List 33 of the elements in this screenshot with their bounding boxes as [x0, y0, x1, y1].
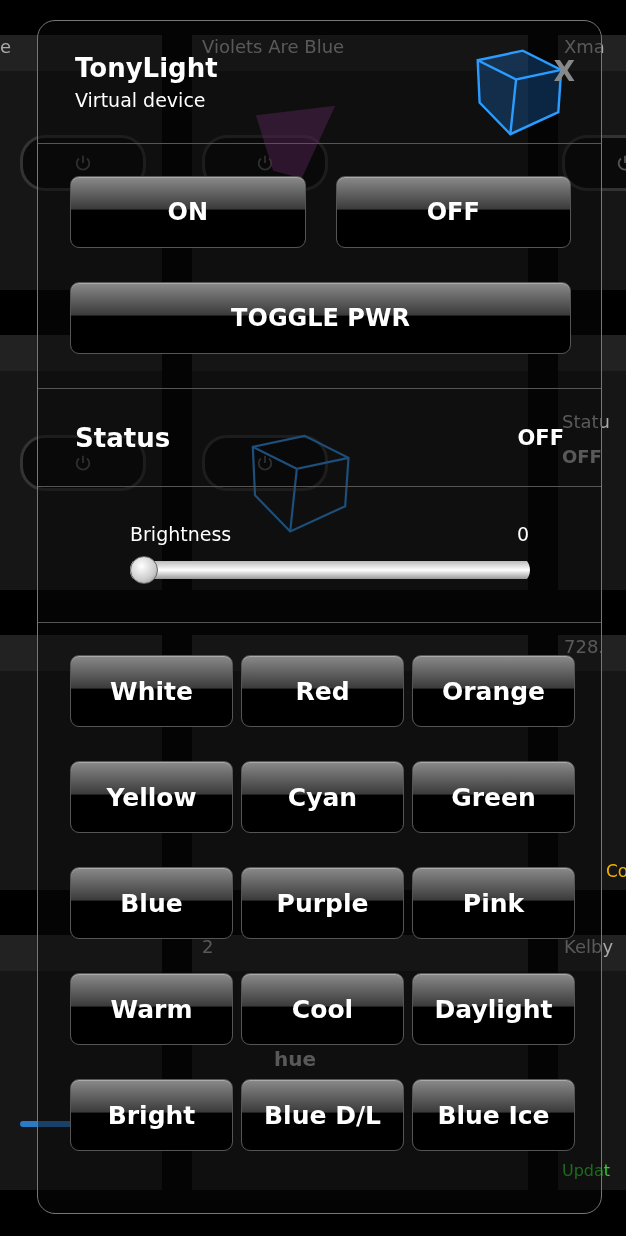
tile-text: hue [274, 1047, 317, 1071]
tile-title: e [0, 36, 12, 57]
brightness-label: Brightness [130, 523, 232, 545]
toggle-power-button[interactable]: TOGGLE PWR [70, 282, 571, 354]
color-preset-button[interactable]: Blue [70, 867, 233, 939]
power-icon [256, 454, 274, 472]
color-preset-button[interactable]: Orange [412, 655, 575, 727]
color-preset-button[interactable]: Pink [412, 867, 575, 939]
power-icon [256, 154, 274, 172]
color-preset-button[interactable]: Red [241, 655, 404, 727]
tile-title: 2 [202, 936, 214, 957]
color-preset-button[interactable]: Cyan [241, 761, 404, 833]
power-icon [74, 454, 92, 472]
status-value: OFF [517, 425, 564, 450]
color-preset-button[interactable]: Bright [70, 1079, 233, 1151]
power-switch[interactable] [202, 435, 328, 491]
color-preset-button[interactable]: Purple [241, 867, 404, 939]
dialog-subtitle: Virtual device [75, 89, 207, 111]
color-preset-button[interactable]: Warm [70, 973, 233, 1045]
color-preset-button[interactable]: Cool [241, 973, 404, 1045]
power-button[interactable]: OFF [335, 176, 571, 248]
color-preset-button[interactable]: Blue D/L [241, 1079, 404, 1151]
tile-text: OFF [562, 446, 602, 467]
color-preset-button[interactable]: White [70, 655, 233, 727]
brightness-reading: 0 [516, 523, 529, 545]
color-preset-button[interactable]: Green [412, 761, 575, 833]
status-label: Status [75, 422, 171, 453]
power-icon [74, 154, 92, 172]
color-preset-button[interactable]: Yellow [70, 761, 233, 833]
color-preset-button[interactable]: Daylight [412, 973, 575, 1045]
tile-title: 728. [564, 636, 605, 657]
color-preset-button[interactable]: Blue Ice [412, 1079, 575, 1151]
power-button[interactable]: ON [70, 176, 306, 248]
